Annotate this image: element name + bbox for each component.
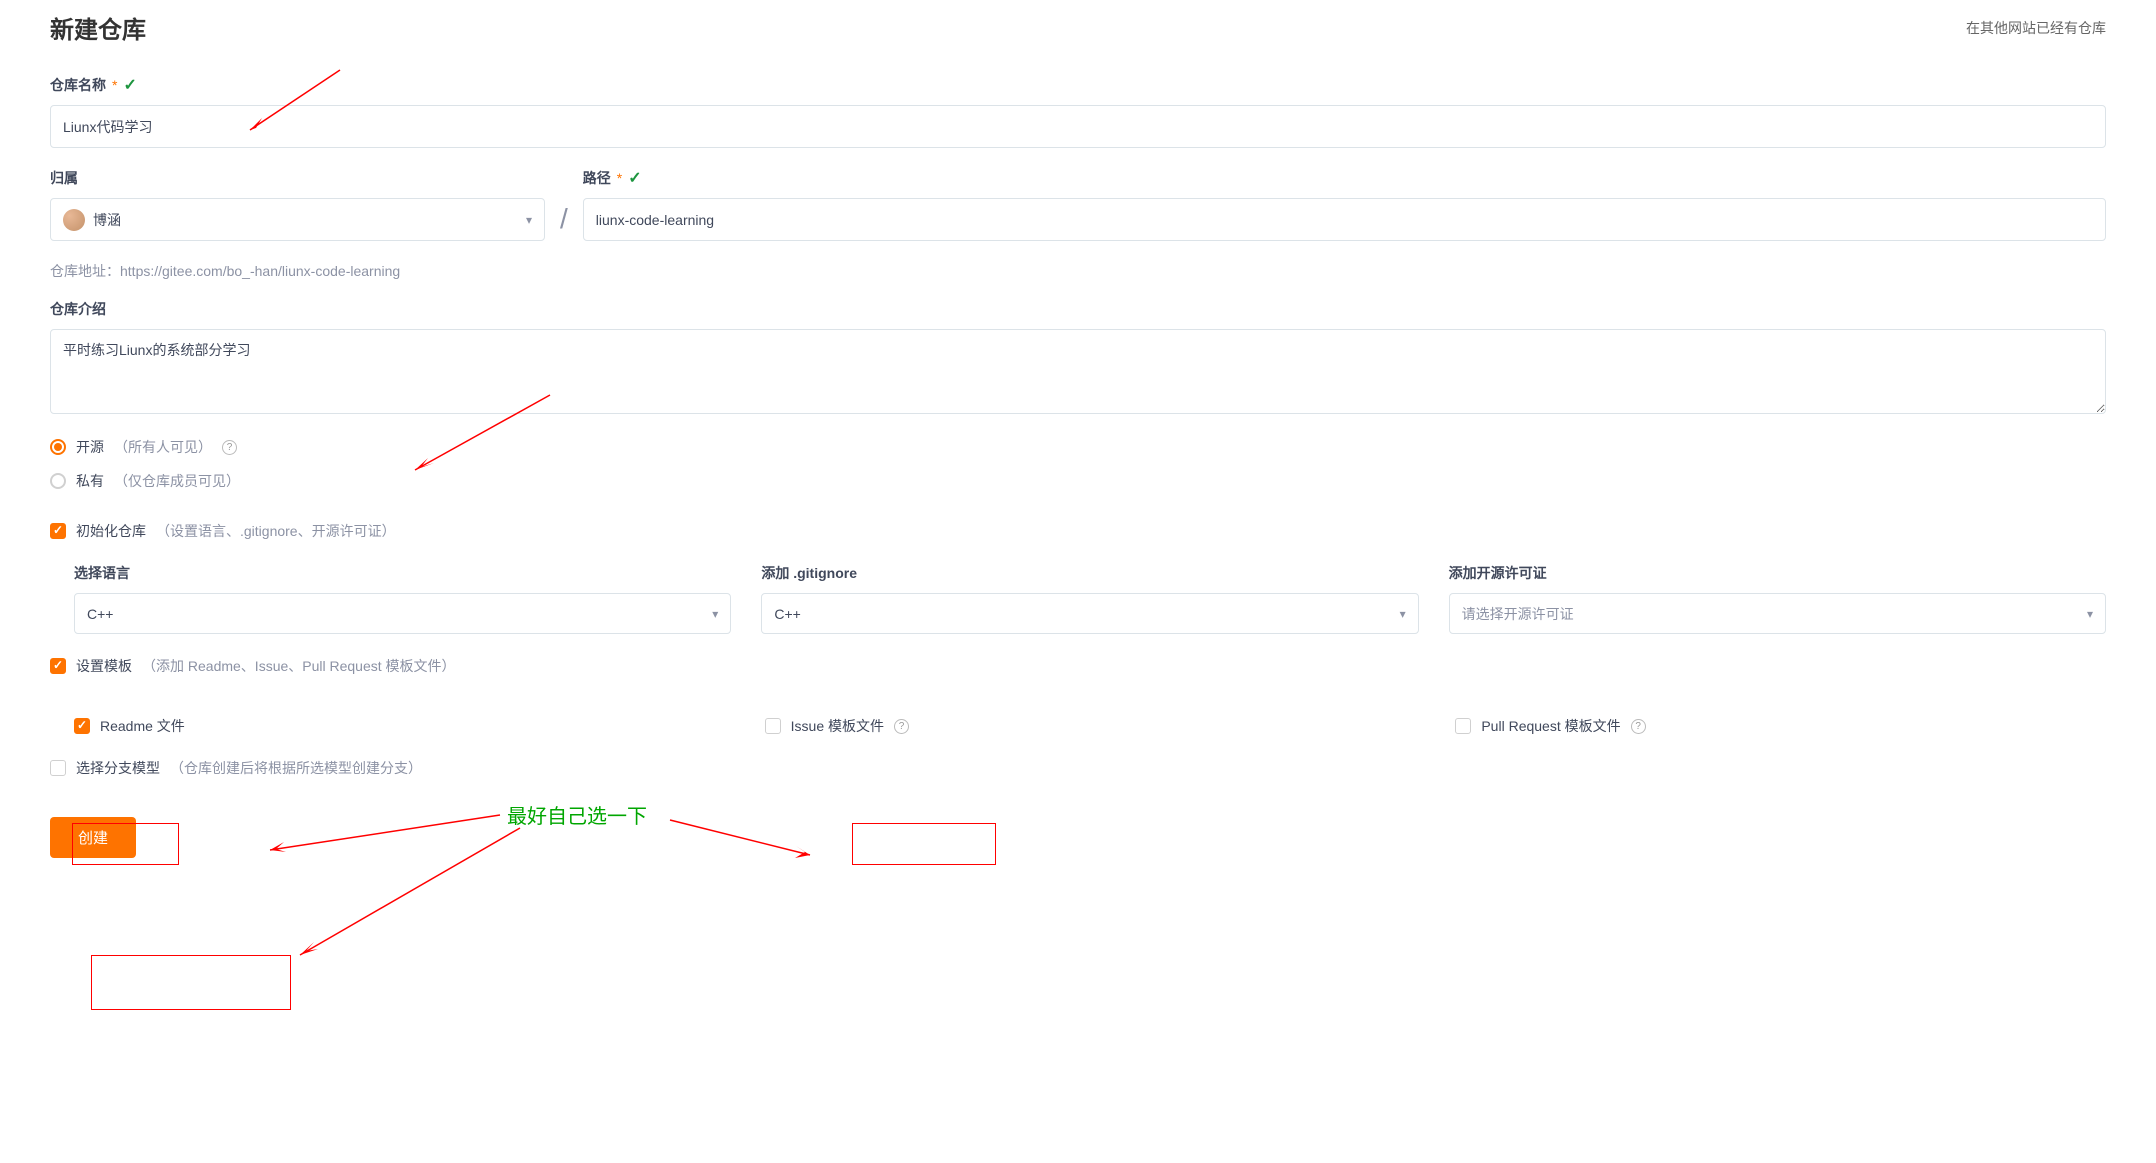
branch-model-checkbox[interactable]: 选择分支模型 （仓库创建后将根据所选模型创建分支） <box>50 758 2106 778</box>
language-label: 选择语言 <box>74 563 731 583</box>
readme-checkbox[interactable]: Readme 文件 <box>74 716 725 736</box>
help-icon[interactable]: ? <box>1631 719 1646 734</box>
chevron-down-icon: ▾ <box>2087 607 2093 621</box>
repo-name-label: 仓库名称 * ✓ <box>50 75 137 95</box>
visibility-public-radio[interactable]: 开源 （所有人可见） ? <box>50 437 2106 457</box>
annotation-box <box>91 955 291 1010</box>
chevron-down-icon: ▾ <box>1400 607 1406 621</box>
help-icon[interactable]: ? <box>894 719 909 734</box>
owner-label: 归属 <box>50 168 78 188</box>
owner-value: 博涵 <box>93 210 121 230</box>
visibility-private-radio[interactable]: 私有 （仅仓库成员可见） <box>50 471 2106 491</box>
checkbox-icon <box>50 523 66 539</box>
description-label: 仓库介绍 <box>50 299 106 319</box>
annotation-text: 最好自己选一下 <box>507 800 647 829</box>
issue-template-checkbox[interactable]: Issue 模板文件 ? <box>765 716 1416 736</box>
license-label: 添加开源许可证 <box>1449 563 2106 583</box>
description-textarea[interactable] <box>50 329 2106 414</box>
license-select[interactable]: 请选择开源许可证 ▾ <box>1449 593 2106 634</box>
annotation-box <box>852 823 996 865</box>
init-repo-checkbox[interactable]: 初始化仓库 （设置语言、.gitignore、开源许可证） <box>50 521 2106 541</box>
gitignore-label: 添加 .gitignore <box>761 563 1418 583</box>
path-label: 路径 * ✓ <box>583 168 642 188</box>
template-checkbox[interactable]: 设置模板 （添加 Readme、Issue、Pull Request 模板文件） <box>50 656 2106 676</box>
owner-dropdown[interactable]: 博涵 ▾ <box>50 198 545 241</box>
checkbox-icon <box>74 718 90 734</box>
language-select[interactable]: C++ ▾ <box>74 593 731 634</box>
existing-repo-link[interactable]: 在其他网站已经有仓库 <box>1966 18 2106 38</box>
create-button[interactable]: 创建 <box>50 817 136 858</box>
check-icon: ✓ <box>123 75 136 95</box>
check-icon: ✓ <box>628 168 641 188</box>
repo-name-input[interactable] <box>50 105 2106 148</box>
checkbox-icon <box>50 658 66 674</box>
required-star: * <box>617 170 622 186</box>
page-title: 新建仓库 <box>50 10 146 45</box>
radio-icon <box>50 439 66 455</box>
checkbox-icon <box>1455 718 1471 734</box>
checkbox-icon <box>50 760 66 776</box>
path-input[interactable] <box>583 198 2106 241</box>
chevron-down-icon: ▾ <box>712 607 718 621</box>
radio-icon <box>50 473 66 489</box>
gitignore-select[interactable]: C++ ▾ <box>761 593 1418 634</box>
avatar <box>63 209 85 231</box>
pr-template-checkbox[interactable]: Pull Request 模板文件 ? <box>1455 716 2106 736</box>
checkbox-icon <box>765 718 781 734</box>
help-icon[interactable]: ? <box>222 440 237 455</box>
chevron-down-icon: ▾ <box>526 213 532 227</box>
required-star: * <box>112 77 117 93</box>
repo-url-label: 仓库地址：https://gitee.com/bo_-han/liunx-cod… <box>50 261 2106 281</box>
path-separator: / <box>560 203 568 241</box>
